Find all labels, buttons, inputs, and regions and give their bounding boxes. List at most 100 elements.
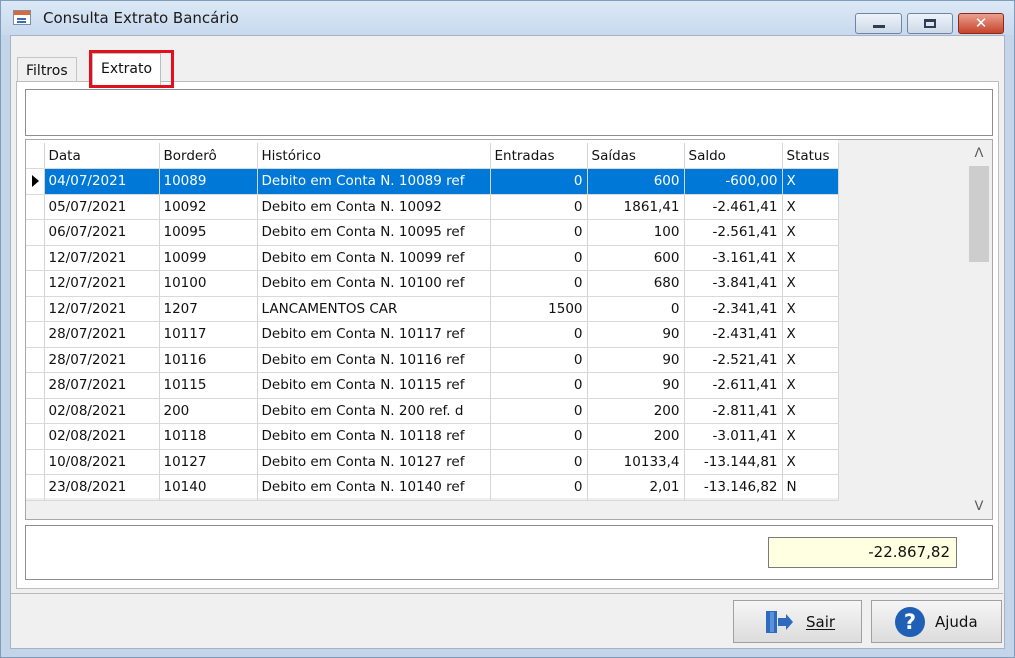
cell-entradas[interactable]: 1500 (490, 296, 588, 322)
cell-status[interactable]: X (782, 245, 839, 271)
cell-saidas[interactable]: 1861,41 (587, 194, 685, 220)
cell-data[interactable]: 12/07/2021 (44, 245, 160, 271)
cell-historico[interactable]: Debito em Conta N. 10089 ref (257, 168, 491, 195)
close-button[interactable]: ✕ (958, 13, 1004, 34)
table-row[interactable]: 10/08/2021 10127 Debito em Conta N. 10127 … (26, 449, 839, 475)
column-header-data[interactable]: Data (44, 143, 160, 169)
table-row[interactable]: 12/07/2021 1207 LANCAMENTOS CAR 1500 0 -2.341… (26, 296, 839, 322)
cell-saldo[interactable]: -2.521,41 (684, 347, 783, 373)
cell-saldo[interactable]: -2.611,41 (684, 372, 783, 399)
cell-saldo[interactable]: -13.144,81 (684, 449, 783, 475)
table-row[interactable]: 02/08/2021 10118 Debito em Conta N. 10118 … (26, 423, 839, 450)
table-row[interactable]: 06/07/2021 10095 Debito em Conta N. 10095 … (26, 219, 839, 246)
cell-historico[interactable]: Debito em Conta N. 10118 ref (257, 423, 491, 450)
cell-bordero[interactable]: 200 (159, 398, 258, 424)
cell-entradas[interactable]: 0 (490, 347, 588, 373)
table-row[interactable]: 04/07/2021 10089 Debito em Conta N. 10089 … (26, 168, 839, 195)
cell-data[interactable]: 28/07/2021 (44, 347, 160, 373)
cell-entradas[interactable]: 0 (490, 219, 588, 246)
cell-bordero[interactable]: 10099 (159, 245, 258, 271)
cell-bordero[interactable]: 10095 (159, 219, 258, 246)
cell-bordero[interactable]: 10127 (159, 449, 258, 475)
cell-saidas[interactable]: 90 (587, 372, 685, 399)
cell-status[interactable]: X (782, 270, 839, 297)
cell-status[interactable]: X (782, 398, 839, 424)
scroll-down-arrow-icon[interactable]: ᐯ (966, 497, 992, 517)
cell-historico[interactable]: Debito em Conta N. 200 ref. d (257, 398, 491, 424)
column-header-historico[interactable]: Histórico (257, 143, 491, 169)
cell-historico[interactable]: Debito em Conta N. 10127 ref (257, 449, 491, 475)
cell-historico[interactable]: Debito em Conta N. 10116 ref (257, 347, 491, 373)
sair-button[interactable]: Sair (733, 600, 862, 643)
title-bar[interactable]: Consulta Extrato Bancário ✕ (1, 1, 1014, 35)
cell-data[interactable]: 04/07/2021 (44, 168, 160, 195)
cell-data[interactable]: 28/07/2021 (44, 372, 160, 399)
cell-bordero[interactable]: 1207 (159, 296, 258, 322)
cell-saldo[interactable]: -2.461,41 (684, 194, 783, 220)
cell-entradas[interactable]: 0 (490, 372, 588, 399)
cell-bordero[interactable]: 10100 (159, 270, 258, 297)
cell-entradas[interactable]: 0 (490, 194, 588, 220)
cell-entradas[interactable]: 0 (490, 270, 588, 297)
cell-status[interactable]: X (782, 372, 839, 399)
cell-historico[interactable]: Debito em Conta N. 10140 ref (257, 474, 491, 501)
cell-saidas[interactable]: 0 (587, 296, 685, 322)
cell-bordero[interactable]: 10092 (159, 194, 258, 220)
cell-saldo[interactable]: -3.841,41 (684, 270, 783, 297)
column-header-saldo[interactable]: Saldo (684, 143, 783, 169)
cell-data[interactable]: 05/07/2021 (44, 194, 160, 220)
scroll-thumb[interactable] (969, 166, 989, 262)
column-header-status[interactable]: Status (782, 143, 839, 169)
cell-saidas[interactable]: 600 (587, 168, 685, 195)
cell-entradas[interactable]: 0 (490, 245, 588, 271)
cell-status[interactable]: X (782, 321, 839, 348)
extrato-grid[interactable]: Data Borderô Histórico Entradas Saídas S… (25, 139, 993, 520)
cell-saldo[interactable]: -2.341,41 (684, 296, 783, 322)
cell-status[interactable]: X (782, 219, 839, 246)
cell-status[interactable]: N (782, 474, 839, 501)
table-row[interactable]: 28/07/2021 10117 Debito em Conta N. 10117 … (26, 321, 839, 348)
table-row[interactable]: 28/07/2021 10115 Debito em Conta N. 10115 … (26, 372, 839, 399)
cell-data[interactable]: 23/08/2021 (44, 474, 160, 501)
cell-saidas[interactable]: 100 (587, 219, 685, 246)
cell-entradas[interactable]: 0 (490, 449, 588, 475)
cell-saidas[interactable]: 90 (587, 321, 685, 348)
cell-data[interactable]: 06/07/2021 (44, 219, 160, 246)
cell-entradas[interactable]: 0 (490, 321, 588, 348)
cell-status[interactable]: X (782, 194, 839, 220)
cell-entradas[interactable]: 0 (490, 423, 588, 450)
cell-saldo[interactable]: -600,00 (684, 168, 783, 195)
tab-filtros[interactable]: Filtros (17, 57, 77, 82)
cell-data[interactable]: 12/07/2021 (44, 270, 160, 297)
cell-saidas[interactable]: 10133,4 (587, 449, 685, 475)
minimize-button[interactable] (855, 13, 902, 34)
cell-bordero[interactable]: 10140 (159, 474, 258, 501)
cell-bordero[interactable]: 10118 (159, 423, 258, 450)
vertical-scrollbar[interactable]: ᐱ ᐯ (966, 140, 992, 519)
column-header-entradas[interactable]: Entradas (490, 143, 588, 169)
cell-saldo[interactable]: -13.146,82 (684, 474, 783, 501)
cell-status[interactable]: X (782, 168, 839, 195)
cell-historico[interactable]: Debito em Conta N. 10095 ref (257, 219, 491, 246)
cell-saidas[interactable]: 90 (587, 347, 685, 373)
maximize-button[interactable] (907, 13, 953, 34)
cell-data[interactable]: 10/08/2021 (44, 449, 160, 475)
cell-historico[interactable]: Debito em Conta N. 10117 ref (257, 321, 491, 348)
cell-entradas[interactable]: 0 (490, 398, 588, 424)
cell-historico[interactable]: LANCAMENTOS CAR (257, 296, 491, 322)
scroll-up-arrow-icon[interactable]: ᐱ (966, 144, 992, 164)
cell-saldo[interactable]: -2.811,41 (684, 398, 783, 424)
cell-entradas[interactable]: 0 (490, 168, 588, 195)
cell-saidas[interactable]: 2,01 (587, 474, 685, 501)
cell-bordero[interactable]: 10089 (159, 168, 258, 195)
table-row[interactable]: 28/07/2021 10116 Debito em Conta N. 10116 … (26, 347, 839, 373)
cell-saidas[interactable]: 200 (587, 398, 685, 424)
table-row[interactable]: 05/07/2021 10092 Debito em Conta N. 10092 0… (26, 194, 839, 220)
ajuda-button[interactable]: ? Ajuda (871, 600, 1002, 643)
cell-data[interactable]: 02/08/2021 (44, 398, 160, 424)
cell-saldo[interactable]: -2.431,41 (684, 321, 783, 348)
table-row[interactable]: 23/08/2021 10140 Debito em Conta N. 10140 … (26, 474, 839, 501)
table-row[interactable]: 02/08/2021 200 Debito em Conta N. 200 ref.… (26, 398, 839, 424)
column-header-saidas[interactable]: Saídas (587, 143, 685, 169)
table-row[interactable]: 12/07/2021 10100 Debito em Conta N. 10100 … (26, 270, 839, 297)
